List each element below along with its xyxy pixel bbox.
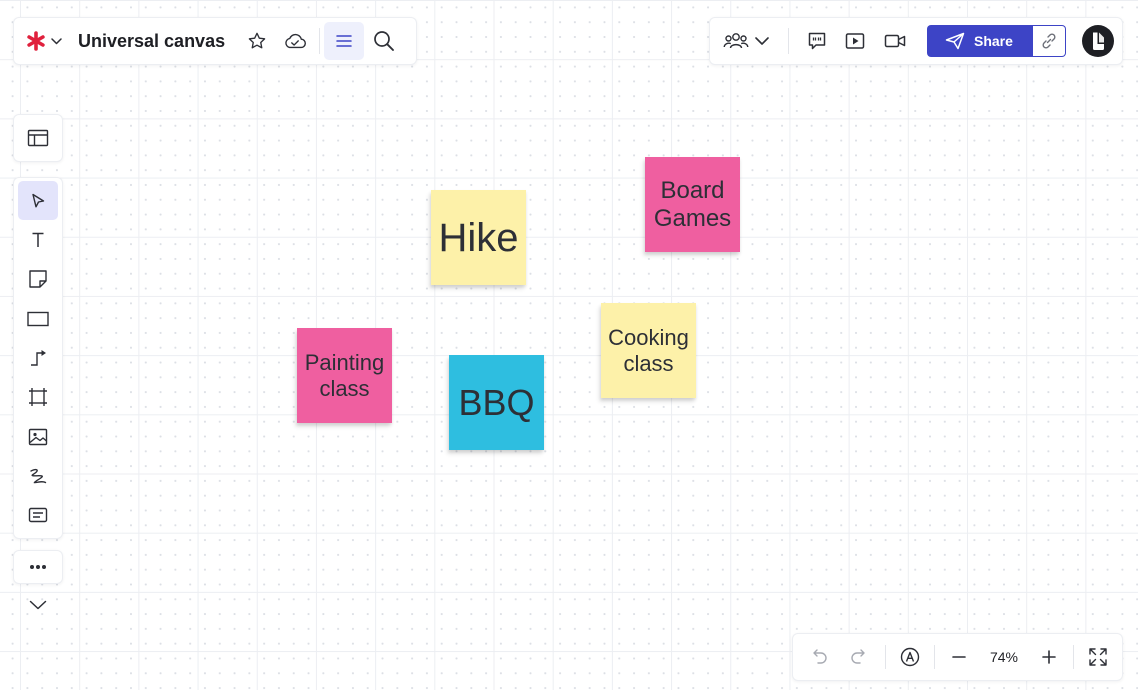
sticky-note-text: BBQ bbox=[458, 381, 535, 423]
rectangle-icon bbox=[27, 311, 49, 326]
text-style-button[interactable] bbox=[892, 639, 928, 675]
frame-icon bbox=[29, 388, 47, 407]
font-circle-icon bbox=[900, 647, 920, 667]
share-button[interactable]: Share bbox=[927, 25, 1033, 57]
comments-button[interactable] bbox=[799, 23, 835, 59]
collaboration-toolbar: Share bbox=[709, 17, 1123, 65]
play-icon bbox=[845, 33, 865, 49]
search-icon bbox=[374, 31, 395, 51]
undo-button[interactable] bbox=[799, 639, 839, 675]
redo-icon bbox=[851, 649, 865, 664]
cloud-check-icon bbox=[285, 33, 307, 49]
more-tools-panel bbox=[13, 550, 63, 584]
freehand-icon bbox=[30, 468, 47, 484]
divider bbox=[788, 28, 789, 54]
lucid-logo-icon bbox=[1093, 32, 1104, 50]
redo-button[interactable] bbox=[839, 639, 879, 675]
text-tool[interactable] bbox=[18, 220, 58, 259]
zoom-out-button[interactable] bbox=[941, 639, 977, 675]
collaborators-button[interactable] bbox=[718, 23, 774, 59]
sticky-note-text: Board Games bbox=[653, 176, 732, 232]
menu-button[interactable] bbox=[324, 22, 365, 60]
link-icon bbox=[1042, 33, 1056, 49]
document-header: Universal canvas bbox=[13, 17, 417, 65]
video-camera-icon bbox=[884, 34, 906, 48]
divider bbox=[319, 28, 321, 54]
collapse-toolbar-button[interactable] bbox=[18, 590, 58, 620]
save-status-button[interactable] bbox=[275, 23, 315, 59]
frame-tool[interactable] bbox=[18, 378, 58, 417]
menu-icon bbox=[336, 35, 352, 47]
chevron-down-icon bbox=[51, 37, 62, 44]
sticky-note-board-games[interactable]: Board Games bbox=[645, 157, 740, 252]
chevron-down-icon bbox=[755, 37, 769, 45]
sticky-note-tool[interactable] bbox=[18, 260, 58, 299]
document-title[interactable]: Universal canvas bbox=[78, 31, 225, 52]
user-avatar[interactable] bbox=[1082, 25, 1114, 57]
search-button[interactable] bbox=[364, 22, 404, 60]
share-group: Share bbox=[927, 25, 1066, 57]
sticky-note-hike[interactable]: Hike bbox=[431, 190, 526, 285]
comment-icon bbox=[808, 32, 826, 50]
expand-icon bbox=[1089, 648, 1107, 666]
divider bbox=[934, 645, 935, 669]
zoom-in-button[interactable] bbox=[1031, 639, 1067, 675]
video-call-button[interactable] bbox=[875, 23, 915, 59]
sticky-note-icon bbox=[29, 270, 47, 289]
collaborators-icon bbox=[723, 33, 749, 49]
image-tool[interactable] bbox=[18, 417, 58, 456]
tools-toolbar bbox=[13, 177, 63, 539]
undo-icon bbox=[813, 649, 827, 664]
caption-icon bbox=[28, 508, 48, 523]
zoom-level[interactable]: 74% bbox=[977, 649, 1031, 665]
sticky-note-text: Hike bbox=[438, 215, 519, 260]
template-icon bbox=[27, 129, 49, 147]
cursor-icon bbox=[32, 193, 45, 208]
sticky-note-text: Cooking class bbox=[608, 325, 689, 376]
asterisk-logo-icon bbox=[27, 31, 45, 51]
templates-panel bbox=[13, 114, 63, 162]
more-tools-button[interactable] bbox=[18, 552, 58, 582]
sticky-note-painting-class[interactable]: Painting class bbox=[297, 328, 392, 423]
divider bbox=[885, 645, 886, 669]
divider bbox=[1073, 645, 1074, 669]
more-horizontal-icon bbox=[30, 565, 46, 569]
image-icon bbox=[28, 428, 48, 445]
shape-tool[interactable] bbox=[18, 299, 58, 338]
copy-link-button[interactable] bbox=[1033, 25, 1066, 57]
sticky-note-text: Painting class bbox=[304, 350, 385, 401]
connector-tool[interactable] bbox=[18, 338, 58, 377]
present-button[interactable] bbox=[835, 23, 875, 59]
chevron-down-icon bbox=[29, 600, 47, 610]
sticky-note-cooking-class[interactable]: Cooking class bbox=[601, 303, 696, 398]
connector-icon bbox=[31, 349, 46, 366]
fullscreen-button[interactable] bbox=[1080, 639, 1116, 675]
share-label: Share bbox=[974, 33, 1013, 49]
minus-icon bbox=[952, 656, 966, 658]
templates-button[interactable] bbox=[18, 118, 58, 158]
favorite-button[interactable] bbox=[239, 23, 275, 59]
star-icon bbox=[248, 32, 266, 49]
plus-icon bbox=[1042, 650, 1056, 664]
freehand-tool[interactable] bbox=[18, 456, 58, 495]
comment-tool[interactable] bbox=[18, 496, 58, 535]
sticky-note-bbq[interactable]: BBQ bbox=[449, 355, 544, 450]
zoom-toolbar: 74% bbox=[792, 633, 1123, 681]
send-icon bbox=[945, 32, 965, 50]
app-menu-button[interactable] bbox=[22, 23, 66, 59]
text-icon bbox=[32, 232, 44, 247]
select-tool[interactable] bbox=[18, 181, 58, 221]
